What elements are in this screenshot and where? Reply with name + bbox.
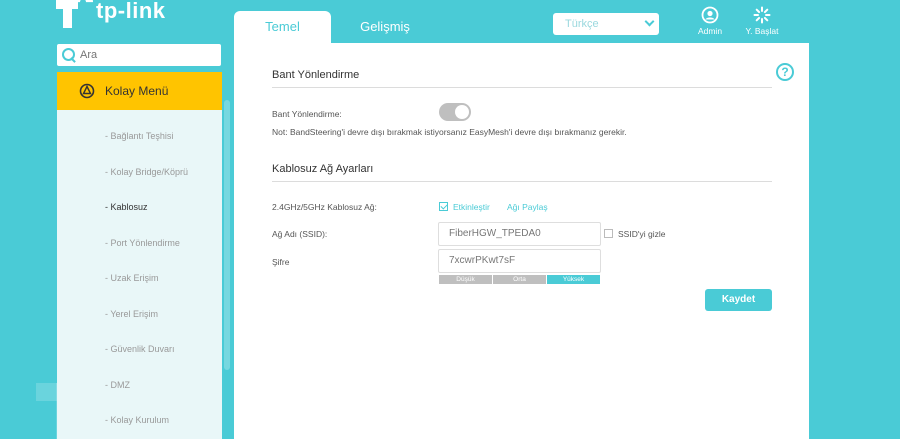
admin-icon [701, 6, 719, 24]
sidebar-item-local-access[interactable]: - Yerel Erişim [57, 297, 222, 333]
password-label: Şifre [272, 257, 290, 267]
reboot-button[interactable]: Y. Başlat [742, 6, 782, 36]
hide-ssid-label[interactable]: SSID'yi gizle [618, 229, 665, 239]
sidebar: Kolay Menü - Bağlantı Teşhisi - Kolay Br… [57, 72, 222, 439]
sidebar-item-remote-access[interactable]: - Uzak Erişim [57, 261, 222, 297]
tab-basic[interactable]: Temel [234, 11, 331, 43]
sidebar-item-diagnostics[interactable]: - Bağlantı Teşhisi [57, 119, 222, 155]
sidebar-item-easy-bridge[interactable]: - Kolay Bridge/Köprü [57, 155, 222, 191]
band-steering-title: Bant Yönlendirme [272, 69, 360, 81]
search-input[interactable] [80, 49, 210, 61]
sidebar-list: - Bağlantı Teşhisi - Kolay Bridge/Köprü … [57, 119, 222, 439]
main-panel: ? Bant Yönlendirme Bant Yönlendirme: Not… [234, 43, 809, 439]
reboot-label: Y. Başlat [745, 26, 779, 36]
band-steering-label: Bant Yönlendirme: [272, 109, 342, 119]
share-network-link[interactable]: Ağı Paylaş [507, 202, 548, 212]
sidebar-item-port-forwarding[interactable]: - Port Yönlendirme [57, 226, 222, 262]
ssid-field[interactable]: FiberHGW_TPEDA0 [438, 222, 601, 246]
sidebar-scrollbar[interactable] [224, 100, 230, 370]
brand-name: tp-link [96, 0, 166, 23]
toggle-knob [455, 105, 469, 119]
strength-high: Yüksek [547, 275, 600, 284]
admin-label: Admin [697, 26, 723, 36]
chevron-down-icon [644, 16, 655, 27]
ssid-label: Ağ Adı (SSID): [272, 229, 328, 239]
search-icon [61, 47, 77, 63]
divider [272, 87, 772, 88]
admin-button[interactable]: Admin [690, 6, 730, 36]
band-label: 2.4GHz/5GHz Kablosuz Ağ: [272, 202, 377, 212]
help-icon[interactable]: ? [776, 63, 794, 81]
sidebar-item-dmz[interactable]: - DMZ [57, 368, 222, 404]
divider [272, 181, 772, 182]
sidebar-header[interactable]: Kolay Menü [57, 72, 222, 110]
tp-link-logo-icon [56, 0, 98, 30]
hide-ssid-checkbox[interactable] [604, 229, 613, 238]
tab-advanced[interactable]: Gelişmiş [340, 11, 430, 43]
sidebar-item-wireless[interactable]: - Kablosuz [57, 190, 222, 226]
sidebar-header-label: Kolay Menü [105, 84, 169, 98]
strength-low: Düşük [439, 275, 492, 284]
band-steering-note: Not: BandSteering'i devre dışı bırakmak … [272, 127, 627, 137]
reboot-icon [753, 6, 771, 24]
enable-label[interactable]: Etkinleştir [453, 202, 490, 212]
password-strength-meter: Düşük Orta Yüksek [439, 275, 600, 284]
search-box[interactable] [57, 44, 221, 66]
easy-menu-icon [79, 83, 95, 99]
enable-checkbox[interactable] [439, 202, 448, 211]
tp-link-logo: tp-link [56, 0, 166, 30]
password-field[interactable]: 7xcwrPKwt7sF [438, 249, 601, 273]
strength-mid: Orta [493, 275, 546, 284]
language-select[interactable]: Türkçe [553, 13, 659, 35]
save-button[interactable]: Kaydet [705, 289, 772, 311]
wireless-settings-title: Kablosuz Ağ Ayarları [272, 163, 374, 175]
band-steering-toggle[interactable] [439, 103, 471, 121]
language-selected: Türkçe [565, 18, 599, 30]
sidebar-item-firewall[interactable]: - Güvenlik Duvarı [57, 332, 222, 368]
sidebar-item-easy-setup[interactable]: - Kolay Kurulum [57, 403, 222, 439]
